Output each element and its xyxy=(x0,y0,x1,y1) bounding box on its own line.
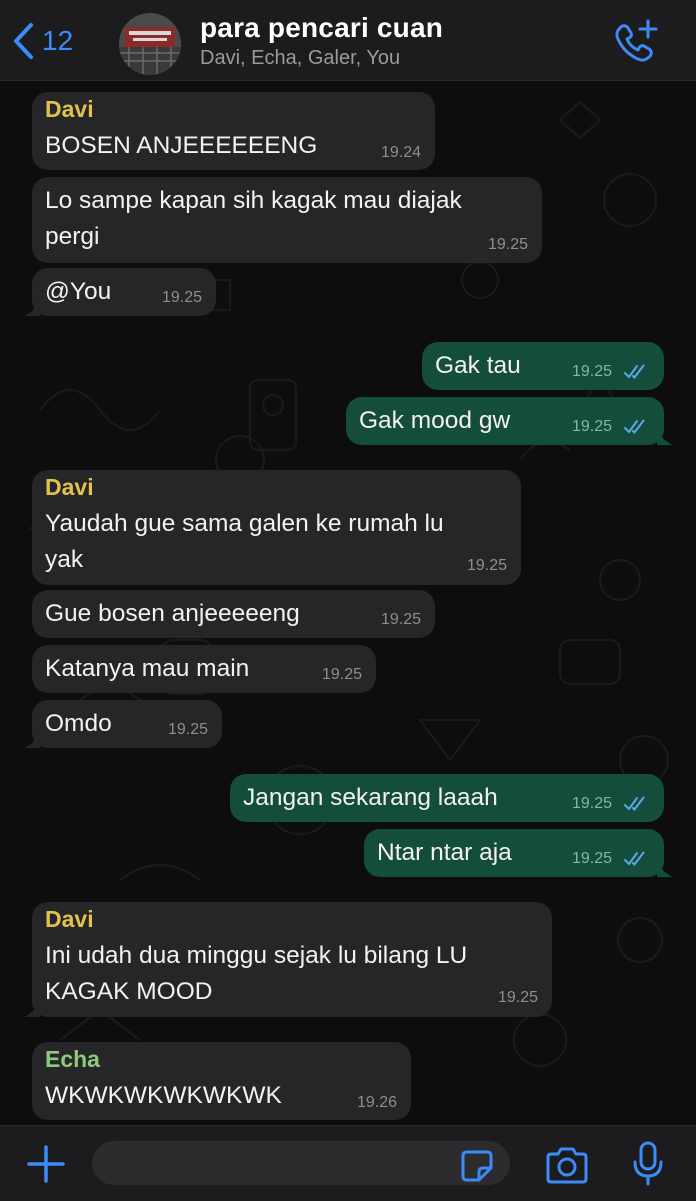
read-receipt-icon xyxy=(624,796,645,812)
sticker-icon xyxy=(461,1150,493,1182)
message-time: 19.25 xyxy=(380,611,421,628)
unread-count: 12 xyxy=(42,25,74,56)
message-text: Katanya mau main xyxy=(45,655,250,682)
message-text: BOSEN ANJEEEEEENG xyxy=(45,132,318,159)
message-time: 19.25 xyxy=(161,289,202,306)
bubble-tail xyxy=(24,300,40,316)
bubble-tail xyxy=(24,1001,40,1017)
message-text: Omdo xyxy=(45,710,112,737)
message-bubble[interactable]: Gak tau 19.25 xyxy=(422,342,664,390)
message-bubble[interactable]: Echa WKWKWKWKWKWK 19.26 xyxy=(32,1042,411,1120)
bubble-tail xyxy=(657,429,673,445)
message-time: 19.25 xyxy=(572,850,613,867)
message-bubble[interactable]: Davi Yaudah gue sama galen ke rumah lu y… xyxy=(32,470,521,585)
message-input[interactable] xyxy=(92,1141,510,1185)
message-text: Ntar ntar aja xyxy=(377,839,512,866)
message-bubble[interactable]: @You 19.25 xyxy=(24,268,216,316)
read-receipt-icon xyxy=(624,419,645,435)
mic-button[interactable] xyxy=(630,1140,666,1188)
message-time: 19.25 xyxy=(466,557,507,574)
message-text: Gue bosen anjeeeeeng xyxy=(45,600,300,627)
bubble-tail xyxy=(24,732,40,748)
message-time: 19.25 xyxy=(167,721,208,738)
message-text: Yaudah gue sama galen ke rumah lu xyxy=(45,510,444,537)
microphone-icon xyxy=(633,1141,663,1186)
message-text: yak xyxy=(45,546,84,573)
group-avatar[interactable] xyxy=(119,13,181,75)
sticker-button[interactable] xyxy=(460,1149,494,1183)
phone-plus-icon xyxy=(615,19,658,62)
message-text: Gak mood gw xyxy=(359,407,511,434)
message-time: 19.26 xyxy=(356,1094,397,1111)
chevron-left-icon xyxy=(14,23,33,59)
read-receipt-icon xyxy=(624,851,645,867)
message-text: WKWKWKWKWKWK xyxy=(45,1082,282,1109)
avatar-image xyxy=(119,13,181,75)
message-text: Ini udah dua minggu sejak lu bilang LU xyxy=(45,942,468,969)
message-time: 19.25 xyxy=(321,666,362,683)
message-time: 19.25 xyxy=(572,795,613,812)
message-bubble[interactable]: Ntar ntar aja 19.25 xyxy=(364,829,673,877)
message-bubble[interactable]: Jangan sekarang laaah 19.25 xyxy=(230,774,664,822)
message-time: 19.25 xyxy=(572,363,613,380)
message-bubble[interactable]: Gak mood gw 19.25 xyxy=(346,397,673,445)
message-text: pergi xyxy=(45,223,100,250)
message-text: Jangan sekarang laaah xyxy=(243,784,498,811)
message-bubble[interactable]: Gue bosen anjeeeeeng 19.25 xyxy=(32,590,435,638)
message-bubble[interactable]: Omdo 19.25 xyxy=(24,700,222,748)
message-bubble[interactable]: Katanya mau main 19.25 xyxy=(32,645,376,693)
message-text: Gak tau xyxy=(435,352,521,379)
message-bubble[interactable]: Davi Ini udah dua minggu sejak lu bilang… xyxy=(24,902,552,1017)
read-receipt-icon xyxy=(624,364,645,380)
message-time: 19.24 xyxy=(380,144,421,161)
message-bubble[interactable]: Lo sampe kapan sih kagak mau diajak perg… xyxy=(32,177,542,263)
sender-name[interactable]: Davi xyxy=(45,904,94,934)
message-text: KAGAK MOOD xyxy=(45,978,213,1005)
back-button[interactable]: 12 xyxy=(10,18,73,64)
chat-header: 12 para pencari cuan Davi, Echa, Galer, … xyxy=(0,0,696,81)
group-members[interactable]: Davi, Echa, Galer, You xyxy=(200,47,400,70)
message-text: @You xyxy=(45,278,112,305)
message-text: Lo sampe kapan sih kagak mau diajak xyxy=(45,187,462,214)
camera-icon xyxy=(546,1147,588,1184)
sender-name[interactable]: Davi xyxy=(45,472,94,502)
attach-button[interactable] xyxy=(24,1142,68,1186)
message-time: 19.25 xyxy=(487,236,528,253)
composer-bar xyxy=(0,1125,696,1201)
message-time: 19.25 xyxy=(572,418,613,435)
plus-icon xyxy=(27,1145,65,1183)
message-time: 19.25 xyxy=(497,989,538,1006)
group-title[interactable]: para pencari cuan xyxy=(200,12,443,44)
bubble-tail xyxy=(657,861,673,877)
sender-name[interactable]: Echa xyxy=(45,1044,100,1074)
message-bubble[interactable]: Davi BOSEN ANJEEEEEENG 19.24 xyxy=(32,92,435,170)
call-button[interactable] xyxy=(612,18,660,64)
sender-name[interactable]: Davi xyxy=(45,94,94,124)
camera-button[interactable] xyxy=(543,1146,591,1186)
